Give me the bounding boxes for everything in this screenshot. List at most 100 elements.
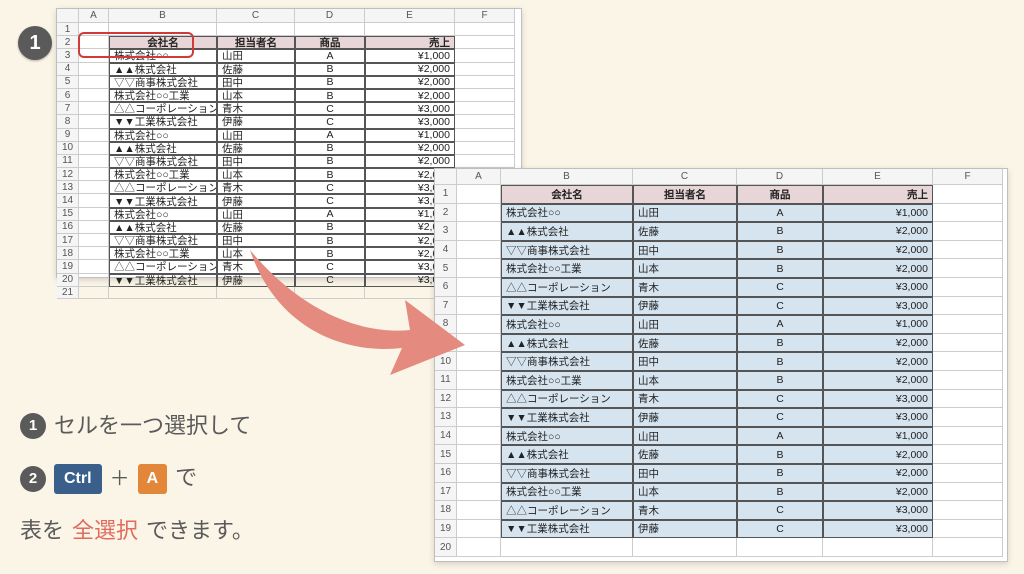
table-cell[interactable]: C: [737, 297, 823, 316]
table-cell[interactable]: [79, 142, 109, 155]
empty-cell[interactable]: [501, 538, 633, 557]
table-cell[interactable]: 青木: [633, 278, 737, 297]
table-cell[interactable]: [457, 408, 501, 427]
table-cell[interactable]: 山田: [217, 49, 295, 62]
table-cell[interactable]: [933, 259, 1003, 278]
table-cell[interactable]: 田中: [217, 76, 295, 89]
table-cell[interactable]: ¥2,000: [823, 222, 933, 241]
table-cell[interactable]: [933, 204, 1003, 223]
table-cell[interactable]: B: [295, 155, 365, 168]
table-cell[interactable]: [457, 352, 501, 371]
table-cell[interactable]: B: [737, 464, 823, 483]
table-cell[interactable]: ¥3,000: [823, 520, 933, 539]
table-cell[interactable]: 山本: [217, 247, 295, 260]
row-header[interactable]: 18: [435, 501, 457, 520]
row-header[interactable]: 14: [57, 194, 79, 207]
table-header-cell[interactable]: 売上: [365, 36, 455, 49]
empty-cell[interactable]: [455, 23, 515, 36]
table-cell[interactable]: 佐藤: [217, 142, 295, 155]
table-cell[interactable]: 株式会社○○: [501, 315, 633, 334]
table-cell[interactable]: [457, 222, 501, 241]
table-cell[interactable]: [933, 352, 1003, 371]
table-cell[interactable]: [457, 315, 501, 334]
row-header[interactable]: 2: [57, 36, 79, 49]
table-cell[interactable]: [457, 259, 501, 278]
row-header[interactable]: 7: [435, 297, 457, 316]
col-header[interactable]: D: [295, 9, 365, 23]
empty-cell[interactable]: [823, 538, 933, 557]
table-cell[interactable]: [455, 129, 515, 142]
col-header[interactable]: C: [217, 9, 295, 23]
table-cell[interactable]: 青木: [217, 260, 295, 273]
table-cell[interactable]: ▲▲株式会社: [109, 63, 217, 76]
table-cell[interactable]: B: [295, 221, 365, 234]
table-cell[interactable]: ▽▽商事株式会社: [109, 76, 217, 89]
table-cell[interactable]: C: [737, 390, 823, 409]
table-cell[interactable]: [933, 520, 1003, 539]
table-cell[interactable]: 佐藤: [633, 222, 737, 241]
row-header[interactable]: 13: [435, 408, 457, 427]
table-cell[interactable]: C: [295, 274, 365, 287]
table-cell[interactable]: ▽▽商事株式会社: [109, 234, 217, 247]
table-cell[interactable]: 佐藤: [217, 221, 295, 234]
table-cell[interactable]: 株式会社○○: [501, 204, 633, 223]
col-header[interactable]: A: [79, 9, 109, 23]
table-cell[interactable]: △△コーポレーション: [109, 260, 217, 273]
row-header[interactable]: 16: [435, 464, 457, 483]
table-cell[interactable]: [933, 408, 1003, 427]
table-cell[interactable]: [79, 49, 109, 62]
table-cell[interactable]: [457, 297, 501, 316]
empty-cell[interactable]: [633, 538, 737, 557]
table-cell[interactable]: ¥2,000: [365, 89, 455, 102]
table-cell[interactable]: 株式会社○○: [109, 129, 217, 142]
row-header[interactable]: 10: [57, 142, 79, 155]
row-header[interactable]: 18: [57, 247, 79, 260]
table-cell[interactable]: 青木: [633, 501, 737, 520]
table-cell[interactable]: ¥3,000: [365, 102, 455, 115]
table-cell[interactable]: △△コーポレーション: [109, 102, 217, 115]
table-cell[interactable]: C: [737, 278, 823, 297]
empty-cell[interactable]: [295, 23, 365, 36]
table-cell[interactable]: [457, 371, 501, 390]
table-cell[interactable]: A: [295, 129, 365, 142]
row-header[interactable]: 3: [435, 222, 457, 241]
table-cell[interactable]: ¥2,000: [823, 371, 933, 390]
table-header-cell[interactable]: 担当者名: [633, 185, 737, 204]
table-cell[interactable]: △△コーポレーション: [109, 181, 217, 194]
table-cell[interactable]: ¥3,000: [823, 501, 933, 520]
table-cell[interactable]: ¥2,000: [365, 76, 455, 89]
table-cell[interactable]: A: [737, 315, 823, 334]
table-cell[interactable]: 伊藤: [633, 408, 737, 427]
table-cell[interactable]: [457, 501, 501, 520]
table-cell[interactable]: [79, 76, 109, 89]
table-cell[interactable]: 山田: [217, 208, 295, 221]
table-cell[interactable]: [933, 315, 1003, 334]
col-header[interactable]: E: [365, 9, 455, 23]
table-cell[interactable]: [457, 390, 501, 409]
table-cell[interactable]: B: [737, 222, 823, 241]
row-header[interactable]: 5: [57, 76, 79, 89]
table-cell[interactable]: ¥3,000: [823, 297, 933, 316]
row-header[interactable]: 11: [435, 371, 457, 390]
table-cell[interactable]: B: [737, 241, 823, 260]
table-cell[interactable]: 田中: [633, 241, 737, 260]
table-cell[interactable]: ¥2,000: [823, 259, 933, 278]
table-cell[interactable]: B: [295, 76, 365, 89]
row-header[interactable]: 20: [57, 274, 79, 287]
table-cell[interactable]: [79, 63, 109, 76]
row-header[interactable]: 16: [57, 221, 79, 234]
table-cell[interactable]: 山田: [217, 129, 295, 142]
table-cell[interactable]: 伊藤: [217, 274, 295, 287]
col-header[interactable]: B: [501, 169, 633, 185]
table-cell[interactable]: B: [295, 89, 365, 102]
table-cell[interactable]: [933, 483, 1003, 502]
row-header[interactable]: 11: [57, 155, 79, 168]
table-cell[interactable]: ▲▲株式会社: [501, 222, 633, 241]
table-cell[interactable]: B: [295, 234, 365, 247]
empty-cell[interactable]: [109, 23, 217, 36]
table-cell[interactable]: ¥1,000: [823, 204, 933, 223]
table-cell[interactable]: ▽▽商事株式会社: [109, 155, 217, 168]
table-cell[interactable]: [457, 204, 501, 223]
row-header[interactable]: 1: [435, 185, 457, 204]
table-cell[interactable]: C: [295, 181, 365, 194]
